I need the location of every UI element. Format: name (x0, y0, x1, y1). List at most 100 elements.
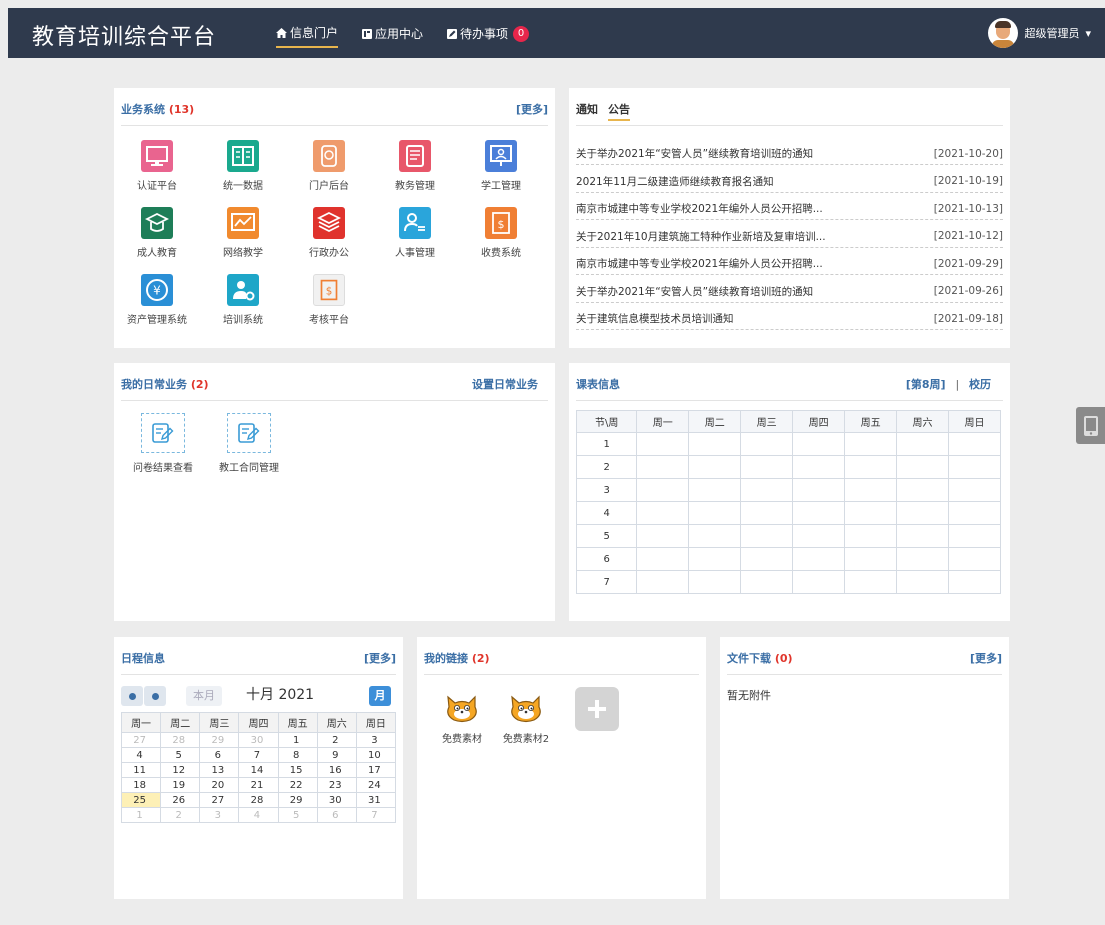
timetable-cell[interactable] (948, 432, 1001, 456)
timetable-cell[interactable] (844, 455, 898, 479)
calendar-day[interactable]: 1 (120, 807, 162, 823)
notice-item[interactable]: 南京市城建中等专业学校2021年编外人员公开招聘... [2021-10-13] (576, 198, 1003, 220)
timetable-cell[interactable] (948, 570, 1001, 594)
business-app[interactable]: 行政办公 (294, 207, 364, 259)
calendar-day[interactable]: 11 (120, 762, 162, 778)
timetable-cell[interactable] (948, 524, 1001, 548)
timetable-cell[interactable] (792, 432, 846, 456)
business-app[interactable]: $ 考核平台 (294, 274, 364, 326)
nav-todo[interactable]: 待办事项 0 (447, 24, 530, 48)
timetable-cell[interactable] (688, 455, 742, 479)
calendar-day[interactable]: 8 (277, 747, 318, 763)
calendar-day[interactable]: 15 (277, 762, 318, 778)
calendar-day[interactable]: 22 (277, 777, 318, 793)
timetable-cell[interactable] (792, 455, 846, 479)
calendar-day[interactable]: 7 (238, 747, 279, 763)
timetable-cell[interactable] (688, 547, 742, 571)
calendar-day[interactable]: 6 (199, 747, 240, 763)
calendar-day[interactable]: 12 (160, 762, 201, 778)
business-app[interactable]: 学工管理 (466, 140, 536, 192)
link-item[interactable]: 免费素材2 (499, 693, 553, 745)
timetable-cell[interactable] (948, 455, 1001, 479)
timetable-cell[interactable] (688, 432, 742, 456)
timetable-cell[interactable] (896, 524, 950, 548)
timetable-cell[interactable] (636, 547, 690, 571)
daily-business-item[interactable]: 问卷结果查看 (128, 413, 198, 474)
nav-app-center[interactable]: 应用中心 (362, 24, 423, 48)
notice-item[interactable]: 南京市城建中等专业学校2021年编外人员公开招聘... [2021-09-29] (576, 253, 1003, 275)
timetable-cell[interactable] (844, 432, 898, 456)
timetable-cell[interactable] (844, 570, 898, 594)
timetable-cell[interactable] (636, 524, 690, 548)
month-view-button[interactable]: 月 (369, 686, 391, 706)
business-app[interactable]: ¥ 资产管理系统 (122, 274, 192, 326)
calendar-day[interactable]: 30 (238, 732, 279, 748)
timetable-cell[interactable] (688, 570, 742, 594)
calendar-day[interactable]: 27 (199, 792, 240, 808)
calendar-day[interactable]: 31 (355, 792, 397, 808)
timetable-cell[interactable] (792, 524, 846, 548)
timetable-cell[interactable] (688, 524, 742, 548)
calendar-day[interactable]: 26 (160, 792, 201, 808)
timetable-cell[interactable] (948, 478, 1001, 502)
side-tool-button[interactable] (1076, 407, 1105, 444)
calendar-day[interactable]: 14 (238, 762, 279, 778)
calendar-day[interactable]: 3 (355, 732, 397, 748)
timetable-cell[interactable] (896, 501, 950, 525)
calendar-day[interactable]: 27 (120, 732, 162, 748)
timetable-cell[interactable] (740, 478, 794, 502)
timetable-cell[interactable] (740, 524, 794, 548)
timetable-cell[interactable] (896, 547, 950, 571)
timetable-cell[interactable] (948, 501, 1001, 525)
business-app[interactable]: 人事管理 (380, 207, 450, 259)
next-month-button[interactable] (144, 686, 166, 706)
calendar-day[interactable]: 23 (316, 777, 357, 793)
user-menu[interactable]: 超级管理员 ▾ (988, 18, 1091, 48)
business-app[interactable]: 成人教育 (122, 207, 192, 259)
calendar-day[interactable]: 18 (120, 777, 162, 793)
business-app[interactable]: 网络教学 (208, 207, 278, 259)
calendar-day[interactable]: 24 (355, 777, 397, 793)
link-item[interactable]: 免费素材 (435, 693, 489, 745)
calendar-day[interactable]: 5 (277, 807, 318, 823)
calendar-day[interactable]: 1 (277, 732, 318, 748)
calendar-day[interactable]: 2 (160, 807, 201, 823)
calendar-day[interactable]: 19 (160, 777, 201, 793)
timetable-cell[interactable] (740, 547, 794, 571)
timetable-cell[interactable] (792, 478, 846, 502)
timetable-cell[interactable] (844, 478, 898, 502)
notice-item[interactable]: 关于建筑信息模型技术员培训通知 [2021-09-18] (576, 308, 1003, 330)
calendar-day[interactable]: 9 (316, 747, 357, 763)
business-app[interactable]: 统一数据 (208, 140, 278, 192)
calendar-day[interactable]: 16 (316, 762, 357, 778)
daily-business-item[interactable]: 教工合同管理 (214, 413, 284, 474)
calendar-day[interactable]: 21 (238, 777, 279, 793)
timetable-cell[interactable] (896, 455, 950, 479)
timetable-cell[interactable] (896, 570, 950, 594)
timetable-cell[interactable] (740, 455, 794, 479)
business-app[interactable]: 培训系统 (208, 274, 278, 326)
week-link[interactable]: [第8周] (906, 378, 946, 391)
calendar-day[interactable]: 6 (316, 807, 357, 823)
calendar-day[interactable]: 2 (316, 732, 357, 748)
calendar-day[interactable]: 10 (355, 747, 397, 763)
school-calendar-link[interactable]: 校历 (969, 378, 991, 391)
timetable-cell[interactable] (844, 501, 898, 525)
timetable-cell[interactable] (896, 432, 950, 456)
this-month-button[interactable]: 本月 (186, 686, 222, 706)
timetable-cell[interactable] (740, 570, 794, 594)
notice-item[interactable]: 2021年11月二级建造师继续教育报名通知 [2021-10-19] (576, 171, 1003, 193)
calendar-day[interactable]: 28 (238, 792, 279, 808)
business-app[interactable]: 门户后台 (294, 140, 364, 192)
set-daily-business-link[interactable]: 设置日常业务 (472, 376, 538, 392)
calendar-day[interactable]: 25 (120, 792, 162, 808)
timetable-cell[interactable] (948, 547, 1001, 571)
calendar-day[interactable]: 29 (277, 792, 318, 808)
prev-month-button[interactable] (121, 686, 143, 706)
calendar-day[interactable]: 13 (199, 762, 240, 778)
timetable-cell[interactable] (844, 524, 898, 548)
business-app[interactable]: $ 收费系统 (466, 207, 536, 259)
calendar-day[interactable]: 28 (160, 732, 201, 748)
tab-notice[interactable]: 通知 (576, 101, 598, 117)
timetable-cell[interactable] (844, 547, 898, 571)
